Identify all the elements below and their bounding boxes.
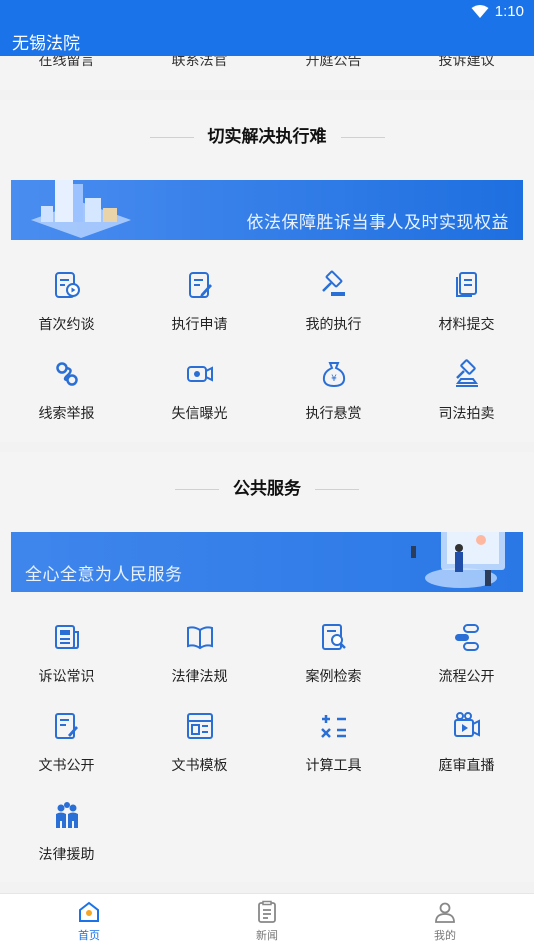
doc-edit-icon	[54, 713, 78, 739]
grid-calculator[interactable]: 计算工具	[267, 711, 400, 775]
grid-label: 文书公开	[38, 757, 95, 773]
grid-execution-apply[interactable]: 执行申请	[133, 270, 266, 334]
tab-label: 首页	[78, 930, 100, 942]
execution-banner[interactable]: 依法保障胜诉当事人及时实现权益	[11, 180, 523, 240]
public-service-banner[interactable]: 全心全意为人民服务	[11, 532, 523, 592]
grid-dishonest-exposure[interactable]: 失信曝光	[133, 359, 266, 423]
grid-label: 执行悬赏	[305, 405, 362, 421]
news-icon	[258, 900, 276, 923]
divider	[315, 489, 359, 491]
grid-label: 法律法规	[171, 668, 228, 684]
public-service-section: 公共服务 全心全意为人民服务 诉讼常识 法律法规 案例检索 流程公开 文书公开 …	[0, 452, 534, 882]
grid-label: 司法拍卖	[438, 405, 495, 421]
grid-label: 法律援助	[38, 846, 95, 862]
gavel-icon	[321, 270, 345, 296]
grid-case-search[interactable]: 案例检索	[267, 622, 400, 686]
grid-label: 计算工具	[305, 757, 362, 773]
apply-icon	[188, 272, 212, 298]
execution-banner-text: 依法保障胜诉当事人及时实现权益	[246, 213, 509, 232]
tab-label: 我的	[434, 930, 456, 942]
status-time: 1:10	[494, 3, 524, 20]
grid-label: 文书模板	[171, 757, 228, 773]
grid-label: 线索举报	[38, 405, 95, 421]
grid-label: 案例检索	[305, 668, 362, 684]
execution-section: 切实解决执行难 依法保障胜诉当事人及时实现权益 首次约谈 执行申请 我的执行 材…	[0, 100, 534, 442]
flow-icon	[454, 624, 479, 651]
auction-icon	[455, 359, 478, 387]
tab-mine[interactable]: 我的	[356, 900, 534, 943]
public-section-title: 公共服务	[0, 474, 534, 499]
grid-label: 庭审直播	[438, 757, 495, 773]
execution-section-title: 切实解决执行难	[0, 122, 534, 147]
grid-document-public[interactable]: 文书公开	[0, 711, 133, 775]
calculator-icon	[320, 715, 346, 738]
book-icon	[186, 626, 213, 650]
people-icon	[55, 802, 78, 828]
newspaper-icon	[54, 625, 79, 649]
app-title: 无锡法院	[12, 34, 80, 53]
quick-links-partial: 在线留言 联系法官 开庭公告 投诉建议	[0, 56, 534, 90]
documents-icon	[455, 272, 477, 297]
tab-home[interactable]: 首页	[0, 900, 178, 943]
grid-clue-report[interactable]: 线索举报	[0, 359, 133, 423]
grid-judicial-auction[interactable]: 司法拍卖	[400, 359, 533, 423]
home-icon	[79, 901, 99, 922]
grid-label: 流程公开	[438, 668, 495, 684]
interview-icon	[54, 272, 80, 298]
divider	[340, 137, 385, 139]
quick-link-hearing-notice[interactable]: 开庭公告	[267, 56, 400, 70]
divider	[175, 489, 219, 491]
grid-label: 我的执行	[305, 316, 362, 332]
wifi-icon	[471, 4, 489, 18]
grid-my-execution[interactable]: 我的执行	[267, 270, 400, 334]
clue-icon	[55, 362, 78, 386]
search-doc-icon	[321, 624, 346, 650]
grid-document-template[interactable]: 文书模板	[133, 711, 266, 775]
grid-material-submit[interactable]: 材料提交	[400, 270, 533, 334]
app-bar: 无锡法院	[0, 24, 534, 56]
grid-label: 执行申请	[171, 316, 228, 332]
grid-process-public[interactable]: 流程公开	[400, 622, 533, 686]
tab-news[interactable]: 新闻	[178, 900, 356, 943]
live-icon	[453, 712, 480, 737]
grid-litigation-knowledge[interactable]: 诉讼常识	[0, 622, 133, 686]
home-content[interactable]: 在线留言 联系法官 开庭公告 投诉建议 切实解决执行难 依法保障胜诉当事人及时实…	[0, 56, 534, 893]
grid-label: 失信曝光	[171, 405, 228, 421]
user-icon	[435, 902, 455, 923]
grid-label: 首次约谈	[38, 316, 95, 332]
quick-link-contact-judge[interactable]: 联系法官	[133, 56, 266, 70]
money-bag-icon: ¥	[322, 362, 345, 388]
grid-first-interview[interactable]: 首次约谈	[0, 270, 133, 334]
divider	[149, 137, 194, 139]
grid-trial-live[interactable]: 庭审直播	[400, 711, 533, 775]
grid-execution-reward[interactable]: ¥ 执行悬赏	[267, 359, 400, 423]
public-banner-text: 全心全意为人民服务	[25, 565, 183, 584]
grid-laws-regulations[interactable]: 法律法规	[133, 622, 266, 686]
tab-label: 新闻	[256, 930, 278, 942]
quick-link-message[interactable]: 在线留言	[0, 56, 133, 70]
grid-label: 诉讼常识	[38, 668, 95, 684]
bottom-tab-bar: 首页 新闻 我的	[0, 893, 534, 949]
camera-icon	[186, 366, 213, 382]
status-bar: 1:10	[0, 0, 534, 24]
quick-link-complaint[interactable]: 投诉建议	[400, 56, 533, 70]
template-icon	[186, 713, 213, 739]
grid-legal-aid[interactable]: 法律援助	[0, 800, 133, 864]
svg-text:¥: ¥	[331, 374, 337, 384]
grid-label: 材料提交	[438, 316, 495, 332]
